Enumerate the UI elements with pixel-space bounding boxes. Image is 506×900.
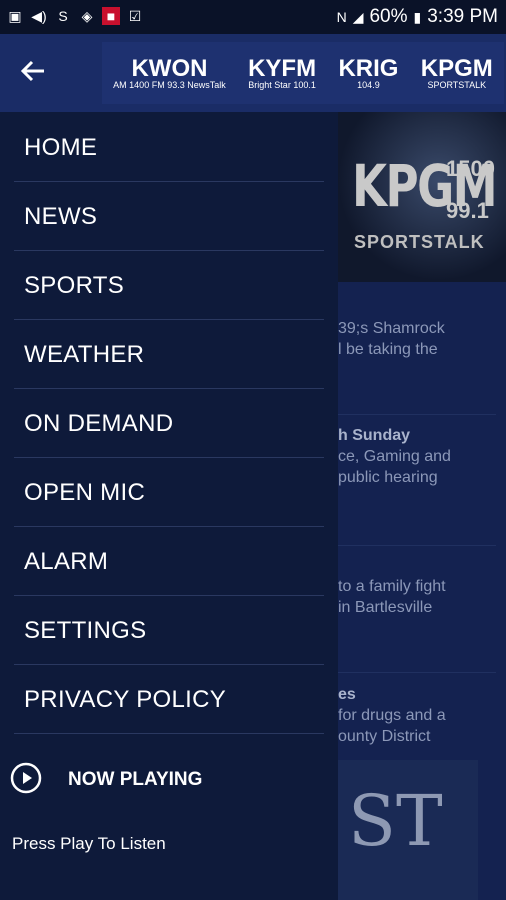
- menu-item-alarm[interactable]: ALARM: [14, 526, 324, 596]
- menu-item-settings[interactable]: SETTINGS: [14, 595, 324, 665]
- kpgm-banner: KPGM 1500 99.1 SPORTSTALK: [338, 112, 506, 282]
- now-playing-row[interactable]: NOW PLAYING: [10, 760, 330, 800]
- divider: [338, 672, 496, 673]
- press-play-text: Press Play To Listen: [12, 834, 166, 853]
- news-item[interactable]: es for drugs and a ounty District: [338, 684, 446, 747]
- news-item[interactable]: h Sunday ce, Gaming and public hearing: [338, 425, 451, 488]
- kyfm-logo: KYFM Bright Star 100.1: [248, 54, 317, 90]
- play-icon[interactable]: [10, 762, 42, 794]
- shield-notification-icon: ◈: [81, 7, 93, 24]
- image-notification-icon: ▣: [8, 7, 22, 24]
- app-bar: KWON AM 1400 FM 93.3 NewsTalk KYFM Brigh…: [0, 34, 506, 112]
- battery-percent: 60%: [369, 6, 408, 27]
- nfc-icon: N: [336, 9, 347, 25]
- signal-icon: ◢: [352, 8, 364, 25]
- sound-notification-icon: ◀): [31, 7, 47, 24]
- sync-notification-icon: S: [58, 8, 68, 24]
- kpgm-logo: KPGM SPORTSTALK: [420, 54, 493, 90]
- news-item[interactable]: to a family fight in Bartlesville: [338, 576, 446, 618]
- menu-item-news[interactable]: NEWS: [14, 181, 324, 251]
- krig-logo: KRIG 104.9: [338, 54, 399, 90]
- box-notification-icon: ☑: [128, 7, 142, 24]
- news-item[interactable]: 39;s Shamrock l be taking the: [338, 318, 445, 360]
- menu-item-open-mic[interactable]: OPEN MIC: [14, 457, 324, 527]
- menu-item-sports[interactable]: SPORTS: [14, 250, 324, 320]
- divider: [338, 545, 496, 546]
- menu-item-privacy-policy[interactable]: PRIVACY POLICY: [14, 664, 324, 734]
- menu-item-on-demand[interactable]: ON DEMAND: [14, 388, 324, 458]
- station-logos-banner: KWON AM 1400 FM 93.3 NewsTalk KYFM Brigh…: [102, 42, 504, 104]
- status-bar: ▣ ◀) S ◈ ■ ☑ N ◢ 60% ▮ 3:39 PM: [0, 0, 506, 34]
- battery-icon: ▮: [413, 8, 422, 25]
- divider: [338, 414, 496, 415]
- app-notification-icon: ■: [102, 7, 120, 25]
- clock: 3:39 PM: [427, 6, 498, 27]
- menu-item-home[interactable]: HOME: [14, 112, 324, 182]
- now-playing-label: NOW PLAYING: [68, 769, 203, 790]
- menu-item-weather[interactable]: WEATHER: [14, 319, 324, 389]
- kwon-logo: KWON AM 1400 FM 93.3 NewsTalk: [113, 54, 226, 90]
- status-icons-right: N ◢ 60% ▮ 3:39 PM: [337, 6, 498, 28]
- back-arrow-icon[interactable]: [18, 56, 50, 88]
- status-icons-left: ▣ ◀) S ◈ ■ ☑: [6, 7, 144, 25]
- news-thumbnail[interactable]: ST: [338, 760, 478, 900]
